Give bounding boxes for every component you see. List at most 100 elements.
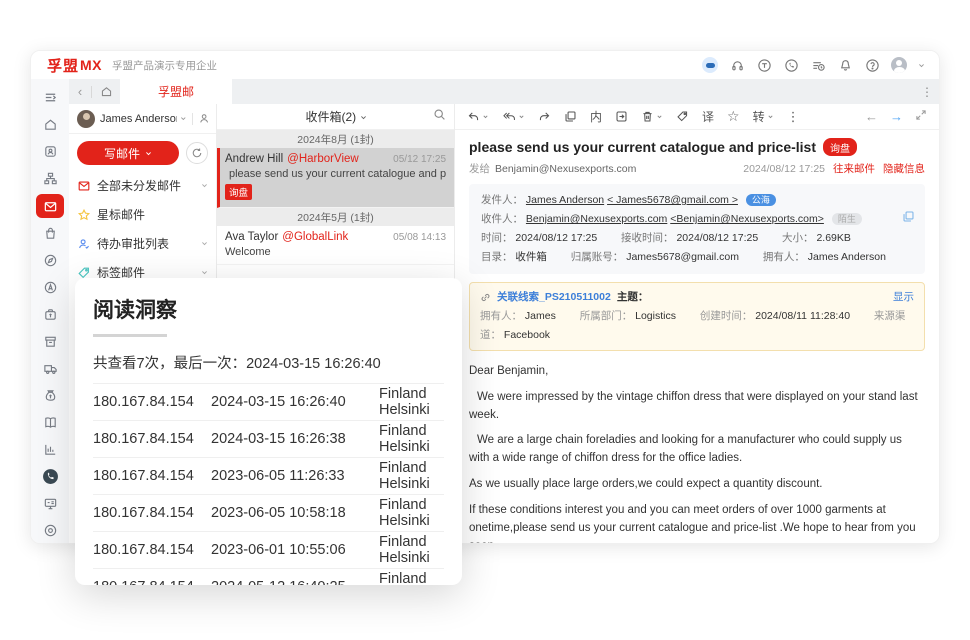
marketing-icon[interactable] — [36, 274, 64, 301]
received-time: 2024/08/12 17:25 — [676, 232, 758, 244]
chevron-down-icon[interactable] — [201, 240, 208, 247]
visitor-ip: 180.167.84.154 — [93, 542, 211, 558]
funds-icon[interactable] — [36, 382, 64, 409]
window-header: 孚盟 MX 孚盟产品演示专用企业 — [31, 51, 939, 79]
copy-icon[interactable] — [902, 210, 915, 230]
orders-icon[interactable] — [36, 220, 64, 247]
documents-icon[interactable] — [36, 409, 64, 436]
archive-copy-button[interactable] — [564, 110, 577, 123]
app-sidebar — [31, 79, 69, 543]
mail-time: 05/08 14:13 — [393, 232, 446, 243]
sender-handle: @HarborView — [287, 153, 359, 165]
search-icon[interactable] — [433, 108, 446, 126]
reply-button[interactable] — [467, 110, 489, 123]
chevron-down-icon[interactable] — [201, 182, 208, 189]
chevron-down-icon — [180, 115, 187, 122]
from-email-link[interactable]: < James5678@gmail.com > — [607, 194, 738, 206]
from-name-link[interactable]: James Anderson — [526, 194, 604, 206]
brand-logo: 孚盟 — [47, 55, 79, 76]
tab-home-icon[interactable] — [92, 85, 120, 98]
mail-info-box: 发件人： James Anderson < James5678@gmail.co… — [469, 184, 925, 274]
settings-icon[interactable] — [36, 517, 64, 544]
org-structure-icon[interactable] — [36, 165, 64, 192]
compass-icon[interactable] — [36, 247, 64, 274]
whatsapp-icon[interactable] — [783, 57, 799, 73]
previous-mail-button[interactable]: ← — [865, 109, 878, 124]
user-avatar[interactable] — [891, 57, 907, 73]
to-name-link[interactable]: Benjamin@Nexusexports.com — [526, 213, 667, 225]
transfer-button[interactable]: 转 — [753, 108, 774, 125]
mail-red-icon — [77, 179, 91, 193]
reports-icon[interactable] — [36, 436, 64, 463]
correspondence-link[interactable]: 往来邮件 — [833, 161, 875, 176]
star-button[interactable]: ☆ — [727, 108, 740, 125]
mail-list-item[interactable]: Ava Taylor @GlobalLink 05/08 14:13 Welco… — [217, 226, 454, 265]
mail-group-header: 2024年8月 (1封) — [217, 130, 454, 148]
reading-insights-popup: 阅读洞察 共查看7次，最后一次：2024-03-15 16:26:40 180.… — [75, 278, 462, 585]
insights-summary: 共查看7次，最后一次：2024-03-15 16:26:40 — [93, 346, 444, 383]
workbench-icon[interactable] — [36, 490, 64, 517]
back-icon[interactable]: ‹ — [69, 84, 91, 99]
move-to-folder-button[interactable] — [615, 110, 628, 123]
hide-info-link[interactable]: 隐藏信息 — [883, 161, 925, 176]
refresh-button[interactable] — [186, 142, 208, 164]
task-history-icon[interactable] — [810, 57, 826, 73]
mail-directory: 收件箱 — [515, 251, 547, 263]
finance-icon[interactable] — [36, 301, 64, 328]
compose-button[interactable]: 写邮件 — [77, 141, 179, 165]
internal-distribute-button[interactable]: 内 — [590, 108, 602, 125]
contact-person-icon[interactable] — [198, 112, 210, 125]
insight-row: 180.167.84.154 2024-03-15 16:26:40 Finla… — [93, 383, 444, 420]
delete-button[interactable] — [641, 110, 663, 123]
reply-all-button[interactable] — [502, 110, 525, 123]
logistics-icon[interactable] — [36, 355, 64, 382]
link-icon — [480, 292, 491, 303]
user-name: James Anderson — [100, 113, 177, 125]
view-time: 2024-03-15 16:26:38 — [211, 431, 379, 447]
approval-person-icon — [77, 237, 91, 251]
chevron-down-icon — [918, 62, 925, 69]
help-icon[interactable] — [864, 57, 880, 73]
view-location: Finland Helsinki — [379, 423, 444, 455]
next-mail-button[interactable]: → — [890, 109, 903, 124]
home-icon[interactable] — [36, 111, 64, 138]
folder-undistributed[interactable]: 全部未分发邮件 — [69, 171, 216, 200]
whatsapp-filled-icon[interactable] — [36, 463, 64, 490]
brand-logo-suffix: MX — [80, 57, 102, 73]
contacts-icon[interactable] — [36, 138, 64, 165]
collapse-menu-icon[interactable] — [36, 84, 64, 111]
mail-size: 2.69KB — [816, 232, 850, 244]
ticket-icon[interactable] — [756, 57, 772, 73]
owner-account: James5678@gmail.com — [626, 251, 739, 263]
public-pool-badge: 公海 — [746, 194, 776, 206]
forward-button[interactable] — [538, 110, 551, 123]
visitor-ip: 180.167.84.154 — [93, 468, 211, 484]
mail-icon[interactable] — [36, 194, 64, 218]
chevron-down-icon[interactable] — [201, 269, 208, 276]
translate-button[interactable]: 译 — [702, 108, 714, 125]
archive-icon[interactable] — [36, 328, 64, 355]
more-actions-button[interactable]: ⋮ — [787, 109, 800, 125]
notifications-bell-icon[interactable] — [837, 57, 853, 73]
headset-icon[interactable] — [729, 57, 745, 73]
folder-approval-list[interactable]: 待办审批列表 — [69, 229, 216, 258]
mailbox-selector[interactable]: 收件箱(2) — [239, 108, 433, 125]
visitor-ip: 180.167.84.154 — [93, 505, 211, 521]
folder-starred[interactable]: 星标邮件 — [69, 200, 216, 229]
tab-fumeng-mail[interactable]: 孚盟邮 — [120, 79, 232, 104]
sender-name: Ava Taylor — [225, 231, 278, 243]
lead-title-link[interactable]: 关联线索_PS210511002 — [497, 288, 611, 307]
lead-show-link[interactable]: 显示 — [893, 288, 914, 307]
mail-list-item-selected[interactable]: Andrew Hill @HarborView 05/12 17:25 plea… — [217, 148, 454, 208]
ai-assistant-icon[interactable] — [702, 57, 718, 73]
popup-title: 阅读洞察 — [93, 294, 444, 324]
tab-more-icon[interactable]: ⋮ — [915, 85, 939, 99]
fullscreen-icon[interactable] — [915, 109, 927, 124]
to-email-link[interactable]: <Benjamin@Nexusexports.com> — [670, 213, 824, 225]
account-switcher[interactable]: James Anderson — [69, 104, 216, 134]
tag-button[interactable] — [676, 110, 689, 123]
view-time: 2024-03-15 16:26:40 — [211, 394, 379, 410]
view-location: Finland Helsinki — [379, 386, 444, 418]
sender-handle: @GlobalLink — [282, 231, 348, 243]
sent-time: 2024/08/12 17:25 — [515, 232, 597, 244]
